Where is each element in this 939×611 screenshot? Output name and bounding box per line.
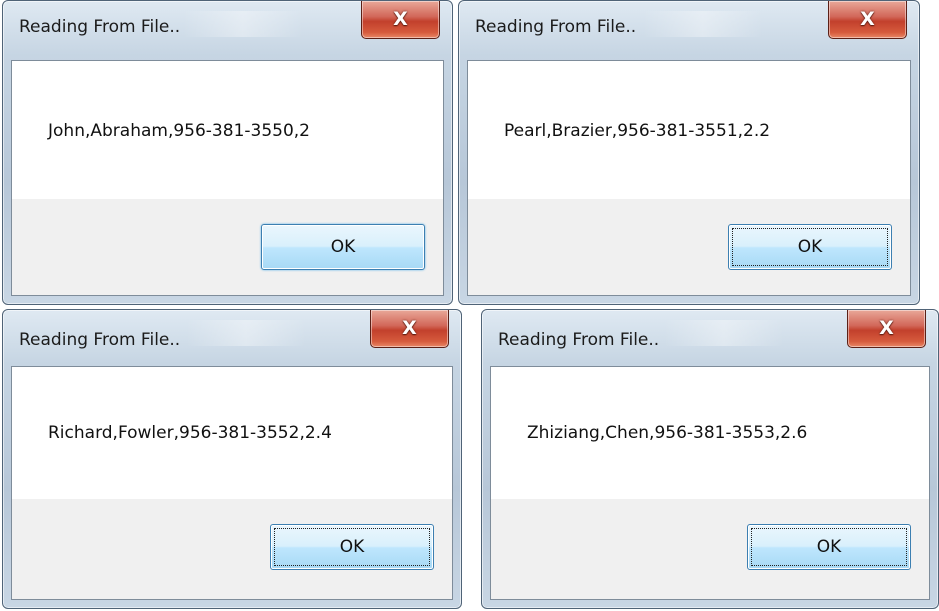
- message-area: Zhiziang,Chen,956-381-3553,2.6: [491, 367, 929, 499]
- ok-button[interactable]: OK: [747, 524, 911, 570]
- ok-button[interactable]: OK: [270, 524, 434, 570]
- button-area: OK: [12, 199, 443, 295]
- close-icon: X: [879, 317, 894, 339]
- ok-button[interactable]: OK: [261, 224, 425, 270]
- message-box-dialog: Reading From File.. X Zhiziang,Chen,956-…: [481, 309, 939, 609]
- message-box-dialog: Reading From File.. X Pearl,Brazier,956-…: [458, 0, 920, 305]
- message-text: John,Abraham,956-381-3550,2: [48, 121, 310, 141]
- message-text: Zhiziang,Chen,956-381-3553,2.6: [527, 423, 808, 443]
- ok-button[interactable]: OK: [728, 224, 892, 270]
- button-area: OK: [491, 499, 929, 599]
- message-area: Richard,Fowler,956-381-3552,2.4: [12, 367, 452, 499]
- dialog-title: Reading From File..: [498, 330, 660, 350]
- close-icon: X: [393, 8, 408, 30]
- button-area: OK: [12, 499, 452, 599]
- message-text: Pearl,Brazier,956-381-3551,2.2: [504, 121, 771, 141]
- close-button[interactable]: X: [828, 1, 907, 39]
- dialog-client-area: John,Abraham,956-381-3550,2 OK: [11, 60, 444, 296]
- dialog-title: Reading From File..: [475, 17, 637, 37]
- message-area: Pearl,Brazier,956-381-3551,2.2: [468, 61, 910, 199]
- close-icon: X: [402, 317, 417, 339]
- dialog-title: Reading From File..: [19, 17, 181, 37]
- close-button[interactable]: X: [361, 1, 440, 39]
- message-box-dialog: Reading From File.. X Richard,Fowler,956…: [2, 309, 462, 609]
- close-button[interactable]: X: [847, 310, 926, 348]
- close-icon: X: [860, 8, 875, 30]
- dialog-title: Reading From File..: [19, 330, 181, 350]
- dialog-client-area: Pearl,Brazier,956-381-3551,2.2 OK: [467, 60, 911, 296]
- dialog-client-area: Zhiziang,Chen,956-381-3553,2.6 OK: [490, 366, 930, 600]
- dialog-client-area: Richard,Fowler,956-381-3552,2.4 OK: [11, 366, 453, 600]
- button-area: OK: [468, 199, 910, 295]
- close-button[interactable]: X: [370, 310, 449, 348]
- message-area: John,Abraham,956-381-3550,2: [12, 61, 443, 199]
- message-text: Richard,Fowler,956-381-3552,2.4: [48, 423, 332, 443]
- message-box-dialog: Reading From File.. X John,Abraham,956-3…: [2, 0, 453, 305]
